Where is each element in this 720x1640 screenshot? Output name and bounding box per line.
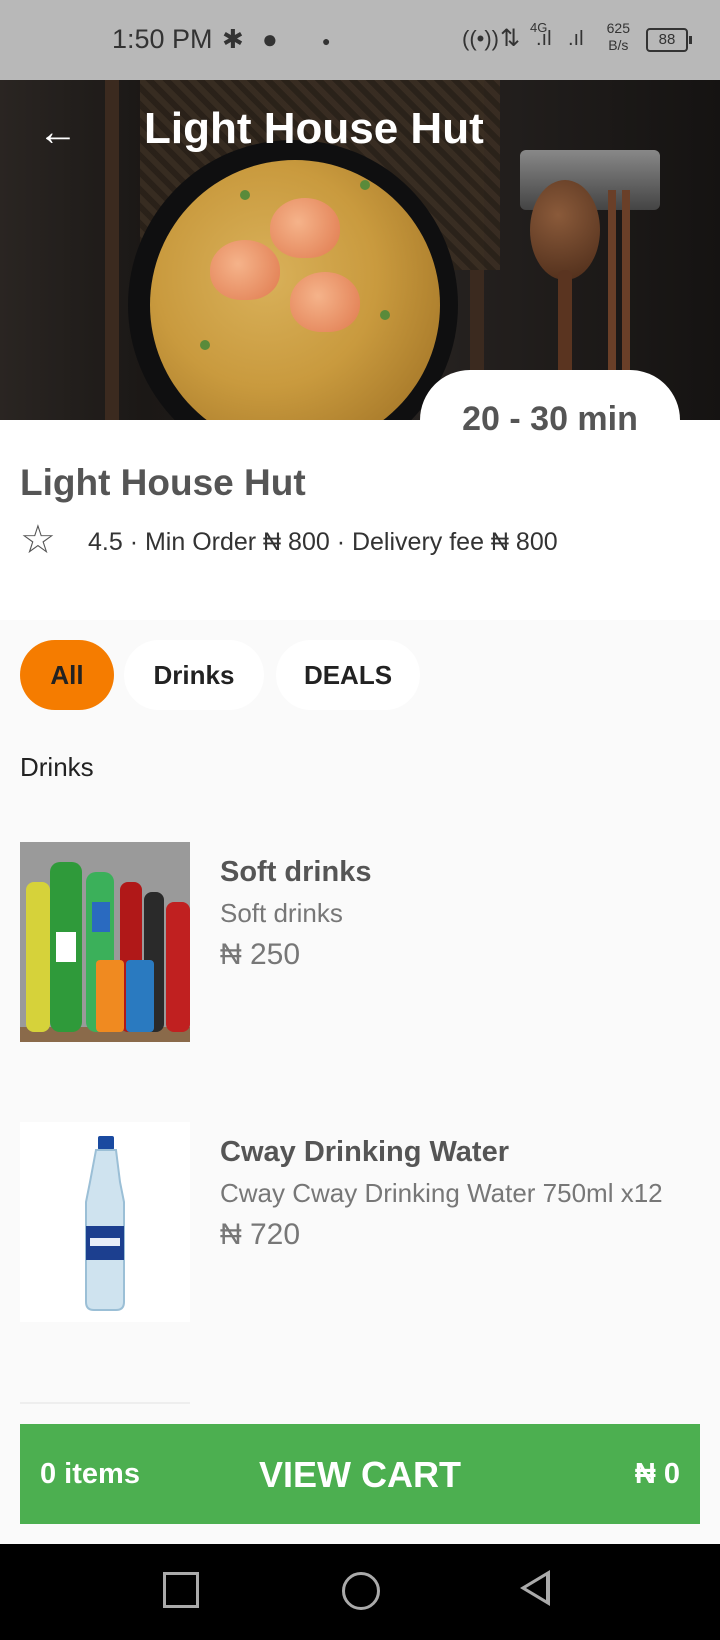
network-speed: 625 B/s [607, 20, 630, 54]
restaurant-meta: 4.5 · Min Order ₦ 800 · Delivery fee ₦ 8… [88, 528, 558, 556]
hero-pea [360, 180, 370, 190]
delivery-time-text: 20 - 30 min [462, 400, 638, 438]
menu-item[interactable]: Cway Drinking Water Cway Cway Drinking W… [20, 1122, 700, 1322]
signal-icon-1: .ıl [536, 28, 552, 50]
item-name: Cway Drinking Water [220, 1136, 509, 1168]
hero-pea [200, 340, 210, 350]
back-button[interactable]: ← [34, 108, 82, 156]
speed-value: 625 [606, 20, 630, 36]
home-button[interactable] [342, 1572, 380, 1610]
status-time: 1:50 PM [112, 24, 213, 54]
item-name: Soft drinks [220, 856, 372, 888]
filter-chip-deals[interactable]: DEALS [276, 640, 420, 710]
filter-chip-all[interactable]: All [20, 640, 114, 710]
cart-total: ₦ 0 [634, 1458, 680, 1490]
soft-drinks-image [20, 842, 190, 1042]
view-cart-label: VIEW CART [259, 1454, 461, 1495]
back-nav-button[interactable] [520, 1570, 550, 1606]
battery-icon: 88 [646, 28, 692, 52]
app-notification-icon: ● [262, 24, 278, 54]
view-cart-button[interactable]: 0 items VIEW CART ₦ 0 [20, 1424, 700, 1524]
hero-pea [240, 190, 250, 200]
dot-icon: ● [322, 33, 331, 49]
hero-shrimp [290, 272, 360, 332]
signal-icon-2: .ıl [568, 28, 584, 50]
slack-icon: ✱ [222, 24, 244, 54]
system-navigation-bar [0, 1544, 720, 1640]
hero-shrimp [270, 198, 340, 258]
hotspot-icon: ((•)) [462, 26, 500, 51]
menu-item[interactable]: Soft drinks Soft drinks ₦ 250 [20, 842, 700, 1042]
item-description: Cway Cway Drinking Water 750ml x12 [220, 1178, 663, 1208]
recent-apps-button[interactable] [163, 1572, 199, 1608]
section-title: Drinks [20, 752, 94, 782]
item-description: Soft drinks [220, 898, 343, 928]
filter-chip-drinks[interactable]: Drinks [124, 640, 264, 710]
star-icon: ☆ [20, 518, 56, 562]
page-title: Light House Hut [144, 104, 484, 153]
water-bottle-image [20, 1122, 190, 1322]
status-bar: 1:50 PM ✱ ● ● ((•)) ⇅ 4G .ıl .ıl 625 B/s… [0, 0, 720, 80]
hero-plank [105, 80, 119, 420]
speed-unit: B/s [608, 37, 629, 53]
item-price: ₦ 720 [220, 1218, 301, 1251]
list-divider [20, 1402, 190, 1404]
arrow-left-icon: ← [38, 110, 78, 154]
item-price: ₦ 250 [220, 938, 301, 971]
restaurant-name: Light House Hut [20, 462, 306, 503]
hero-shrimp [210, 240, 280, 300]
data-arrows-icon: ⇅ [500, 25, 521, 52]
hero-spoon [530, 180, 600, 280]
hero-pea [380, 310, 390, 320]
delivery-time-badge: 20 - 30 min [420, 370, 680, 470]
